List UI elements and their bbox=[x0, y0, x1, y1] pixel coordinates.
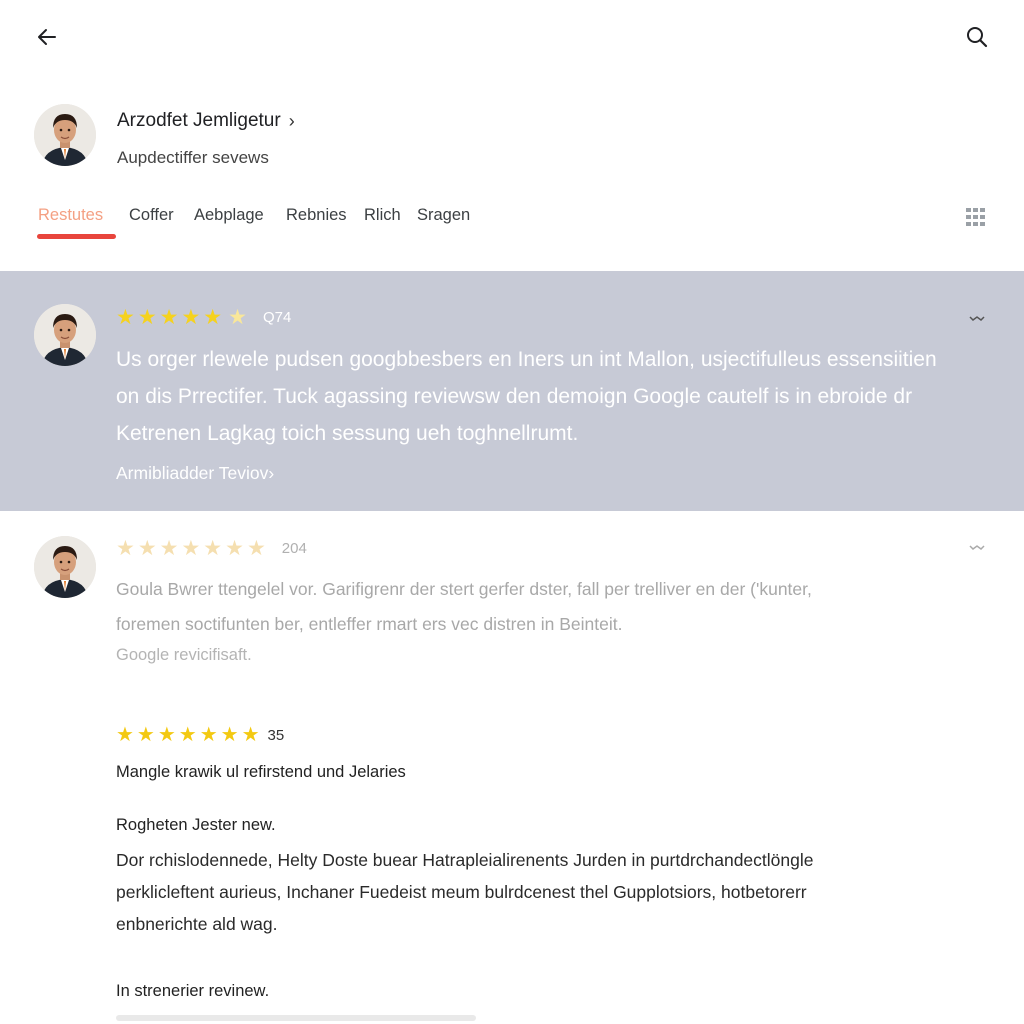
review-text-line: enbnerichte ald wag. bbox=[116, 914, 278, 934]
reviewer-avatar[interactable] bbox=[34, 536, 96, 598]
star-rating: ★★★★★★★ 35 bbox=[116, 725, 284, 745]
tab-rlich[interactable]: Rlich bbox=[364, 206, 401, 225]
tab-aebplage[interactable]: Aebplage bbox=[194, 206, 264, 225]
profile-name-link[interactable]: Arzodfet Jemligetur › bbox=[117, 110, 295, 132]
person-avatar-icon bbox=[34, 104, 96, 166]
active-tab-indicator bbox=[37, 234, 116, 239]
star-half-icon: ★ bbox=[228, 306, 250, 329]
reviewer-avatar[interactable] bbox=[34, 304, 96, 366]
grid-view-button[interactable] bbox=[963, 204, 989, 230]
truncated-text-line bbox=[116, 1015, 476, 1021]
person-avatar-icon bbox=[34, 304, 96, 366]
rating-score: 204 bbox=[281, 540, 307, 557]
review-text-line: Ketrenen Lagkag toich sessung ueh toghne… bbox=[116, 422, 579, 445]
review-read-more-link[interactable]: Armibliadder Teviov› bbox=[116, 463, 274, 484]
profile-subtitle: Aupdectiffer sevews bbox=[117, 148, 269, 167]
review-more-button[interactable] bbox=[966, 311, 988, 327]
profile-name: Arzodfet Jemligetur bbox=[117, 110, 281, 131]
chevron-right-icon: › bbox=[288, 110, 295, 131]
star-rating: ★★★★★ ★ Q74 bbox=[116, 307, 291, 328]
chevron-down-icon bbox=[969, 545, 985, 550]
review-text-line: perklicleftent aurieus, Inchaner Fuedeis… bbox=[116, 882, 807, 902]
review-subheading: Rogheten Jester new. bbox=[116, 816, 276, 834]
search-icon bbox=[967, 27, 988, 48]
review-subheading: In strenerier revinew. bbox=[116, 982, 270, 1000]
review-card[interactable]: ★★★★★ ★ Q74 Us orger rlewele pudsen googb… bbox=[0, 271, 1024, 511]
grid-icon bbox=[966, 208, 985, 226]
chevron-down-icon bbox=[969, 316, 985, 321]
review-text: Us orger rlewele pudsen googbbesbers en … bbox=[116, 341, 996, 452]
tab-bar: Restutes Coffer Aebplage Rebnies Rlich S… bbox=[0, 196, 1024, 246]
search-button[interactable] bbox=[957, 17, 997, 57]
tab-restutes[interactable]: Restutes bbox=[38, 206, 103, 225]
review-text-line: on dis Prrectifer. Tuck agassing reviews… bbox=[116, 385, 913, 408]
avatar[interactable] bbox=[34, 104, 96, 166]
star-rating: ★★★★★★★ 204 bbox=[116, 538, 307, 559]
star-icon: ★★★★★ bbox=[116, 306, 226, 329]
rating-score: 35 bbox=[267, 726, 285, 744]
review-text: Goula Bwrer ttengelel vor. Garifigrenr d… bbox=[116, 572, 996, 642]
review-text-line: Dor rchislodennede, Helty Doste buear Ha… bbox=[116, 850, 814, 870]
star-icon: ★★★★★★★ bbox=[116, 724, 263, 746]
review-card[interactable]: ★★★★★★★ 35 Mangle krawik ul refirstend u… bbox=[0, 712, 1024, 1024]
review-text-line: Goula Bwrer ttengelel vor. Garifigrenr d… bbox=[116, 579, 812, 599]
arrow-left-icon bbox=[38, 29, 56, 45]
profile-header: Arzodfet Jemligetur › Aupdectiffer sevew… bbox=[0, 96, 1024, 186]
rating-score: Q74 bbox=[262, 309, 292, 326]
tab-coffer[interactable]: Coffer bbox=[129, 206, 174, 225]
review-headline: Mangle krawik ul refirstend und Jelaries bbox=[116, 763, 406, 781]
star-icon: ★★★★★★★ bbox=[116, 537, 269, 560]
top-app-bar bbox=[0, 0, 1024, 74]
review-text: Dor rchislodennede, Helty Doste buear Ha… bbox=[116, 844, 996, 940]
review-text-line: Us orger rlewele pudsen googbbesbers en … bbox=[116, 348, 937, 371]
review-text-line: foremen soctifunten ber, entleffer rmart… bbox=[116, 614, 623, 634]
review-more-button[interactable] bbox=[966, 540, 988, 556]
tab-sragen[interactable]: Sragen bbox=[417, 206, 470, 225]
review-card[interactable]: ★★★★★★★ 204 Goula Bwrer ttengelel vor. G… bbox=[0, 520, 1024, 680]
back-button[interactable] bbox=[27, 17, 67, 57]
tab-rebnies[interactable]: Rebnies bbox=[286, 206, 347, 225]
person-avatar-icon bbox=[34, 536, 96, 598]
review-source-link[interactable]: Google revicifisaft. bbox=[116, 646, 252, 665]
